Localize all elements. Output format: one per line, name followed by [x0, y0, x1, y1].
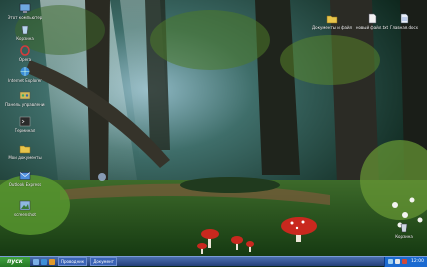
- media-player-icon[interactable]: [49, 258, 55, 265]
- folder-icon: [19, 145, 31, 154]
- desktop: Этот компьютер Корзина Opera Internet Ex…: [0, 0, 427, 256]
- volume-icon[interactable]: [395, 259, 401, 264]
- network-icon[interactable]: [388, 259, 394, 264]
- taskbar-item-label: Документ: [93, 259, 114, 264]
- show-desktop-icon[interactable]: [33, 258, 39, 265]
- forest-wallpaper: [0, 0, 427, 256]
- recycle-bin-icon: [21, 25, 29, 35]
- globe-icon: [20, 67, 30, 76]
- computer-icon: [19, 3, 31, 13]
- language-icon[interactable]: [402, 259, 408, 264]
- taskbar-item-document[interactable]: Документ: [90, 257, 117, 266]
- start-label: пуск: [7, 258, 23, 265]
- browser-icon: [20, 45, 30, 56]
- desktop-icon-internet-explorer[interactable]: Internet Explorer: [5, 66, 45, 83]
- control-panel-icon: [19, 91, 31, 100]
- desktop-icon-screenshot[interactable]: screenshot: [5, 200, 45, 217]
- desktop-icon-terminal[interactable]: Терминал: [5, 116, 45, 133]
- mail-icon: [19, 172, 31, 180]
- desktop-icon-documents-folder[interactable]: Документы и файлы: [312, 13, 352, 30]
- recycle-bin-icon: [400, 223, 408, 233]
- terminal-icon: [19, 116, 31, 127]
- desktop-icon-my-documents[interactable]: Мои документы: [5, 143, 45, 160]
- desktop-icon-control-panel[interactable]: Панель управления: [5, 90, 45, 107]
- quick-launch: [33, 258, 55, 265]
- start-button[interactable]: пуск: [0, 256, 30, 267]
- desktop-icon-opera[interactable]: Opera: [5, 45, 45, 62]
- image-icon: [19, 200, 31, 211]
- folder-icon: [326, 15, 338, 24]
- taskbar-item-explorer[interactable]: Проводник: [58, 257, 88, 266]
- taskbar: пуск Проводник Документ 12:00: [0, 256, 427, 267]
- document-icon: [400, 13, 409, 24]
- desktop-icon-computer[interactable]: Этот компьютер: [5, 3, 45, 20]
- desktop-icon-document[interactable]: Главная.docx: [384, 13, 424, 30]
- browser-icon[interactable]: [41, 258, 47, 265]
- desktop-icon-outlook-express[interactable]: Outlook Express: [5, 170, 45, 187]
- text-file-icon: [368, 13, 377, 24]
- desktop-icon-recycle-bin-corner[interactable]: Корзина: [384, 222, 424, 239]
- desktop-icon-recycle-bin[interactable]: Корзина: [5, 24, 45, 41]
- taskbar-item-label: Проводник: [61, 259, 85, 264]
- system-tray: 12:00: [384, 256, 427, 267]
- clock[interactable]: 12:00: [411, 259, 424, 264]
